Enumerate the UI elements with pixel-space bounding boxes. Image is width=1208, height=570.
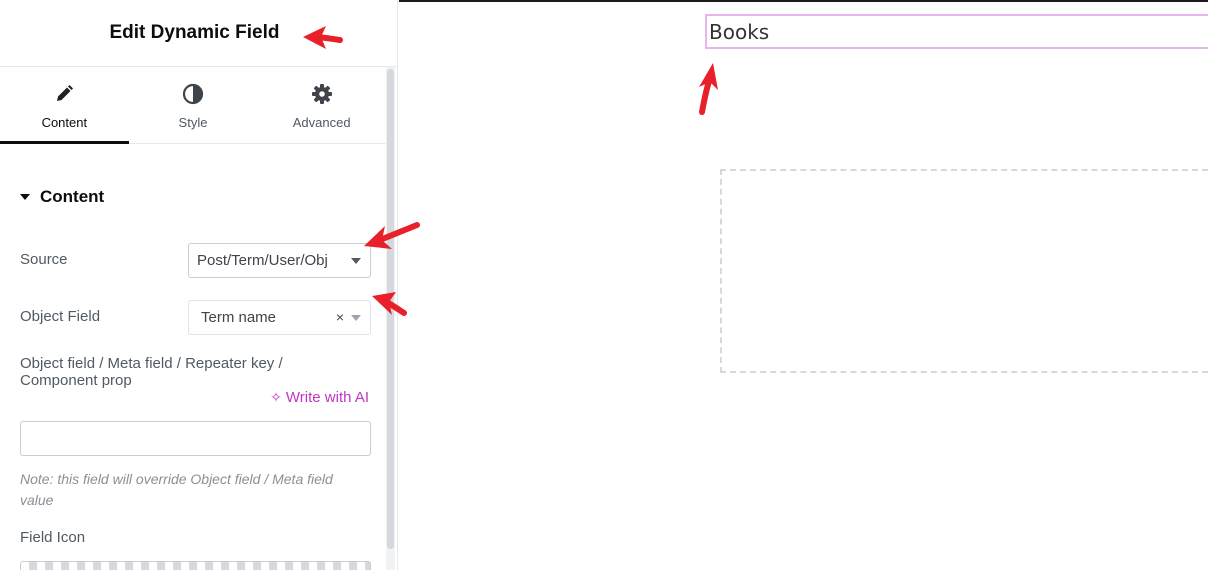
tab-content-label: Content (41, 115, 88, 130)
meta-field-label: Object field / Meta field / Repeater key… (20, 355, 283, 389)
write-with-ai-link[interactable]: ✧ Write with AI (270, 389, 369, 406)
field-icon-picker[interactable] (20, 561, 371, 570)
dynamic-field-preview[interactable]: Books (705, 14, 1208, 49)
half-circle-icon (182, 83, 204, 105)
chevron-down-icon (351, 258, 361, 264)
panel-title: Edit Dynamic Field (109, 22, 280, 43)
editor-panel: Edit Dynamic Field Content Style Advance… (0, 0, 398, 570)
write-with-ai-label: Write with AI (285, 389, 369, 406)
chevron-down-icon (351, 315, 361, 321)
source-label: Source (20, 251, 68, 268)
meta-field-input[interactable] (20, 421, 371, 456)
scrollbar-thumb[interactable] (387, 69, 394, 549)
sparkle-icon: ✧ (270, 389, 282, 405)
panel-header: Edit Dynamic Field (0, 0, 397, 67)
field-icon-label: Field Icon (20, 529, 86, 546)
pencil-icon (53, 83, 75, 105)
tab-content[interactable]: Content (0, 67, 129, 144)
content-section-title: Content (40, 187, 105, 206)
object-field-select-value: Term name (201, 309, 277, 326)
panel-tabs: Content Style Advanced (0, 67, 386, 144)
object-field-label: Object Field (20, 308, 101, 325)
override-note: Note: this field will override Object fi… (20, 471, 333, 508)
tab-style-label: Style (178, 115, 208, 130)
dynamic-field-text: Books (709, 19, 770, 44)
gear-icon (311, 83, 333, 105)
panel-scrollbar[interactable] (386, 67, 395, 570)
source-select[interactable]: Post/Term/User/Obj (188, 243, 371, 278)
tab-advanced[interactable]: Advanced (257, 67, 386, 143)
caret-down-icon (20, 194, 30, 200)
source-select-value: Post/Term/User/Obj (197, 252, 328, 269)
tab-advanced-label: Advanced (292, 115, 351, 130)
clear-icon[interactable]: × (336, 309, 344, 325)
object-field-select[interactable]: Term name × (188, 300, 371, 335)
content-section-toggle[interactable]: Content (20, 187, 104, 207)
tab-style[interactable]: Style (129, 67, 258, 143)
empty-drop-area[interactable] (720, 169, 1208, 373)
